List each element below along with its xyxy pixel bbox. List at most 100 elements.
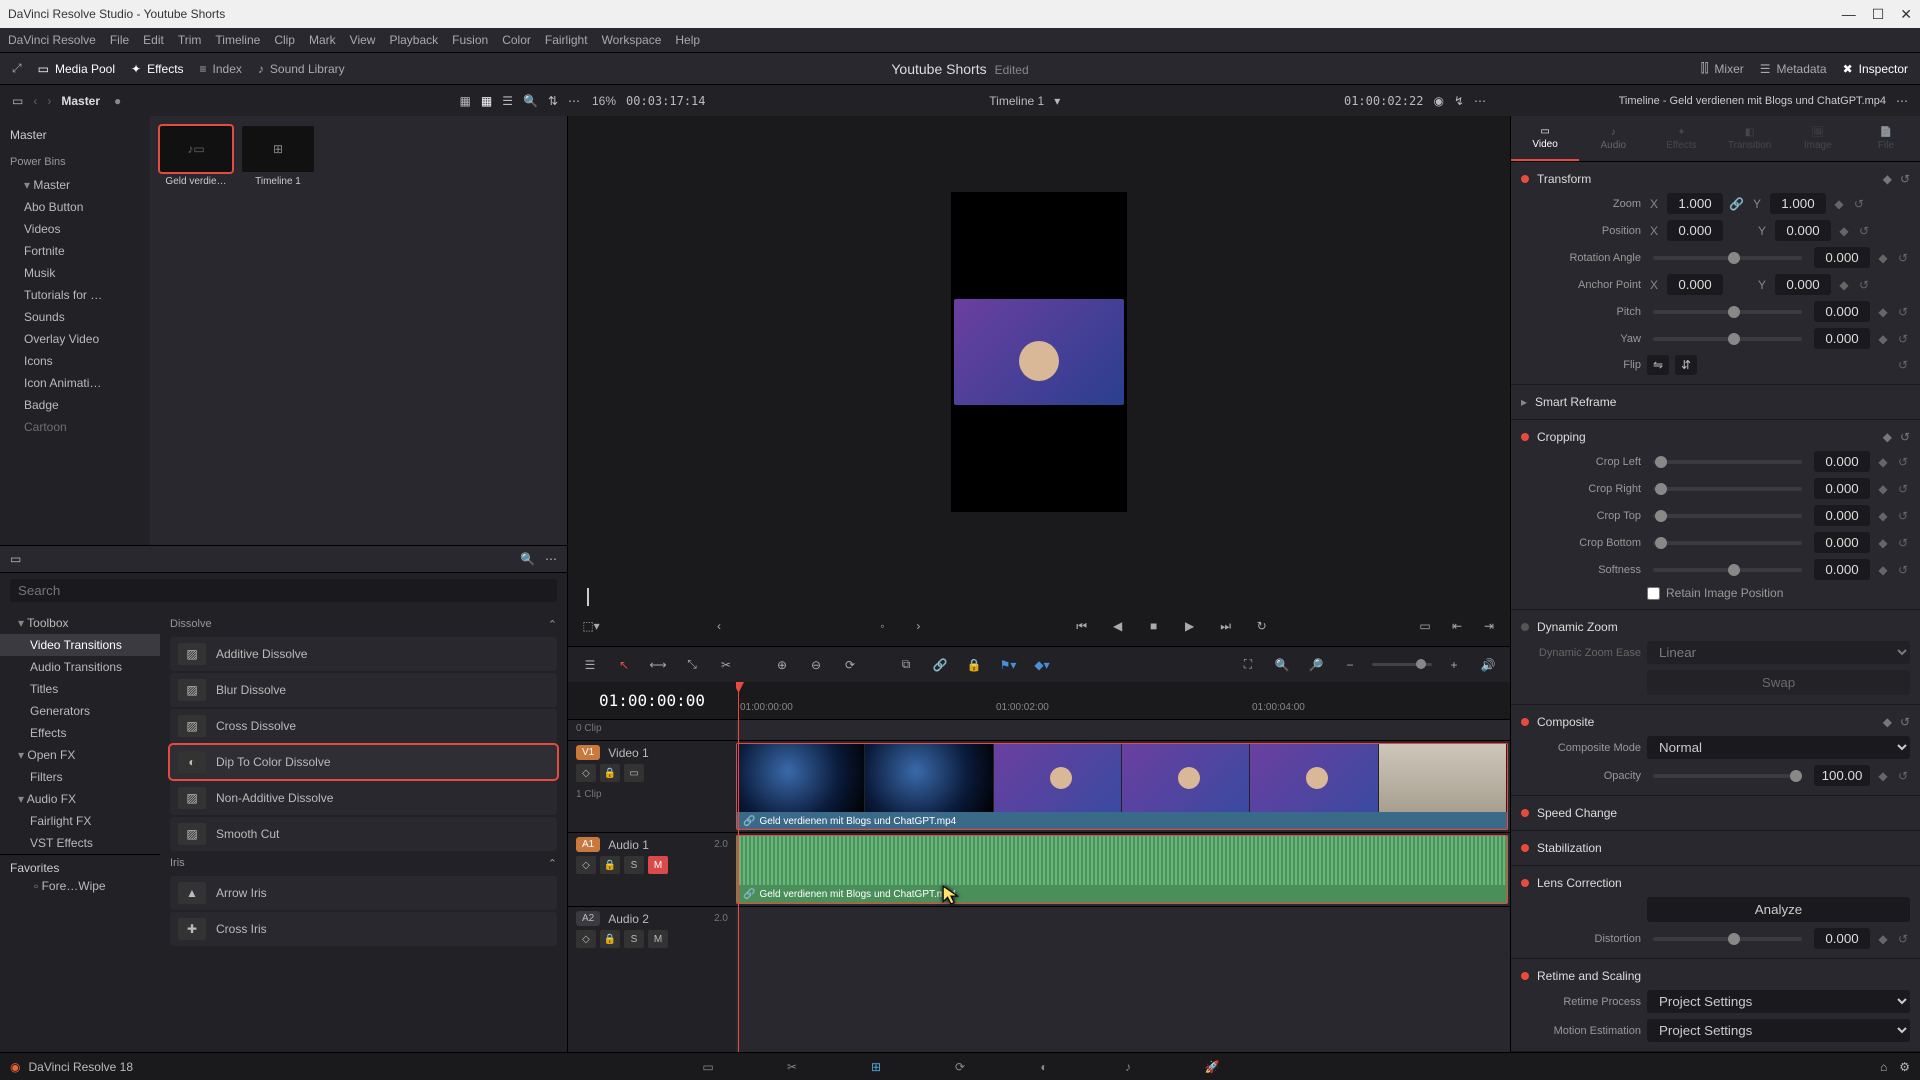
keyframe-icon[interactable]: ◆ [1876, 332, 1890, 346]
mixer-toggle[interactable]: ⫿⫿Mixer [1701, 61, 1744, 76]
anchor-y-input[interactable] [1775, 274, 1831, 295]
filters-node[interactable]: Filters [0, 766, 160, 788]
last-frame-icon[interactable]: ⏭ [1215, 615, 1237, 637]
keyframe-icon[interactable]: ◆ [1883, 715, 1892, 729]
bin-item[interactable]: Cartoon [0, 416, 150, 438]
motion-estimation-select[interactable]: Project Settings [1647, 1019, 1910, 1042]
reset-icon[interactable]: ↺ [1896, 509, 1910, 523]
crop-top-input[interactable] [1814, 505, 1870, 526]
solo-button[interactable]: S [624, 856, 644, 874]
fusion-page-icon[interactable]: ⟳ [948, 1057, 972, 1077]
nav-fwd-icon[interactable]: › [47, 94, 51, 108]
stabilization-header[interactable]: Stabilization [1537, 841, 1910, 855]
keyframe-icon[interactable]: ◆ [1883, 430, 1892, 444]
zoom-y-input[interactable] [1770, 193, 1826, 214]
menu-trim[interactable]: Trim [178, 33, 202, 47]
home-icon[interactable]: ⌂ [1880, 1060, 1887, 1074]
effect-blur-dissolve[interactable]: ▨Blur Dissolve [170, 673, 557, 707]
keyframe-icon[interactable]: ◆ [1837, 224, 1851, 238]
menu-color[interactable]: Color [502, 33, 531, 47]
minimize-button[interactable]: — [1842, 6, 1856, 23]
nav-back-icon[interactable]: ‹ [33, 94, 37, 108]
bin-master[interactable]: Master [0, 174, 150, 196]
close-button[interactable]: ✕ [1900, 6, 1912, 23]
options-icon[interactable]: ⋯ [568, 94, 580, 108]
composite-header[interactable]: Composite [1537, 715, 1875, 729]
flip-v-button[interactable]: ⇵ [1675, 355, 1697, 375]
track-dest-a1[interactable]: A1 [576, 837, 600, 852]
snapping-icon[interactable]: ⧉ [894, 653, 918, 677]
media-page-icon[interactable]: ▭ [696, 1057, 720, 1077]
inspector-tab-image[interactable]: 🖼Image [1784, 116, 1852, 161]
retain-checkbox[interactable] [1647, 587, 1660, 600]
pos-y-input[interactable] [1775, 220, 1831, 241]
pos-x-input[interactable] [1667, 220, 1723, 241]
deliver-page-icon[interactable]: 🚀 [1200, 1057, 1224, 1077]
inspector-tab-file[interactable]: 📄File [1852, 116, 1920, 161]
video-track-header[interactable]: V1Video 1 ◇ 🔒 ▭ 1 Clip [568, 740, 736, 832]
effect-cross-iris[interactable]: ✚Cross Iris [170, 912, 557, 946]
menu-mark[interactable]: Mark [309, 33, 336, 47]
reset-icon[interactable]: ↺ [1896, 251, 1910, 265]
rotation-slider[interactable] [1653, 256, 1802, 260]
softness-slider[interactable] [1653, 568, 1802, 572]
distortion-input[interactable] [1814, 928, 1870, 949]
bin-root[interactable]: Master [0, 124, 150, 146]
bin-item[interactable]: Musik [0, 262, 150, 284]
generators-node[interactable]: Generators [0, 700, 160, 722]
crop-right-slider[interactable] [1653, 487, 1802, 491]
expand-icon[interactable]: ▸ [1521, 395, 1527, 409]
effect-arrow-iris[interactable]: ▲Arrow Iris [170, 876, 557, 910]
mute-button[interactable]: M [648, 856, 668, 874]
keyframe-icon[interactable]: ◆ [1876, 455, 1890, 469]
effect-cross-dissolve[interactable]: ▨Cross Dissolve [170, 709, 557, 743]
zoom-slider[interactable] [1372, 663, 1432, 666]
effects-toggle[interactable]: ✦Effects [131, 62, 184, 76]
auto-select-icon[interactable]: ◇ [576, 856, 596, 874]
bin-item[interactable]: Sounds [0, 306, 150, 328]
timeline-dropdown-icon[interactable]: ▾ [1054, 94, 1060, 108]
menu-fairlight[interactable]: Fairlight [545, 33, 588, 47]
menu-playback[interactable]: Playback [389, 33, 438, 47]
link-icon[interactable]: 🔗 [928, 653, 952, 677]
solo-button[interactable]: S [624, 930, 644, 948]
inspector-tab-effects[interactable]: ✦Effects [1647, 116, 1715, 161]
crop-left-slider[interactable] [1653, 460, 1802, 464]
selection-tool-icon[interactable]: ↖ [612, 653, 636, 677]
anchor-x-input[interactable] [1667, 274, 1723, 295]
opacity-slider[interactable] [1653, 774, 1802, 778]
audio2-track[interactable] [736, 906, 1510, 964]
crop-top-slider[interactable] [1653, 514, 1802, 518]
opacity-input[interactable] [1814, 765, 1870, 786]
audio1-track-header[interactable]: A1Audio 12.0 ◇ 🔒 S M [568, 832, 736, 906]
clip-thumbnail[interactable]: ♪▭ Geld verdie… [160, 126, 232, 187]
out-icon[interactable]: ⇥ [1478, 615, 1500, 637]
keyframe-icon[interactable]: ◆ [1883, 172, 1892, 186]
menu-clip[interactable]: Clip [274, 33, 295, 47]
reset-icon[interactable]: ↺ [1896, 332, 1910, 346]
auto-select-icon[interactable]: ◇ [576, 764, 596, 782]
custom-zoom-icon[interactable]: 🔎 [1304, 653, 1328, 677]
trim-tool-icon[interactable]: ⟷ [646, 653, 670, 677]
expand-panel-icon[interactable]: ⤢ [12, 61, 22, 76]
section-enable-dot[interactable] [1521, 972, 1529, 980]
audio-clip[interactable]: 🔗Geld verdienen mit Blogs und ChatGPT.mp… [736, 835, 1508, 904]
play-icon[interactable]: ▶ [1179, 615, 1201, 637]
zoom-in-icon[interactable]: + [1442, 653, 1466, 677]
edit-page-icon[interactable]: ⊞ [864, 1057, 888, 1077]
bin-item[interactable]: Icons [0, 350, 150, 372]
bin-list-icon[interactable]: ▭ [12, 94, 23, 108]
auto-select-icon[interactable]: ◇ [576, 930, 596, 948]
cut-page-icon[interactable]: ✂ [780, 1057, 804, 1077]
softness-input[interactable] [1814, 559, 1870, 580]
pitch-slider[interactable] [1653, 310, 1802, 314]
keyframe-icon[interactable]: ◆ [1876, 563, 1890, 577]
crop-left-input[interactable] [1814, 451, 1870, 472]
section-enable-dot[interactable] [1521, 175, 1529, 183]
edit-index-toggle[interactable]: ≡Index [200, 62, 242, 76]
zoom-x-input[interactable] [1667, 193, 1723, 214]
section-enable-dot[interactable] [1521, 844, 1529, 852]
video-clip[interactable]: 🔗Geld verdienen mit Blogs und ChatGPT.mp… [736, 743, 1508, 830]
vst-node[interactable]: VST Effects [0, 832, 160, 854]
bin-item[interactable]: Videos [0, 218, 150, 240]
